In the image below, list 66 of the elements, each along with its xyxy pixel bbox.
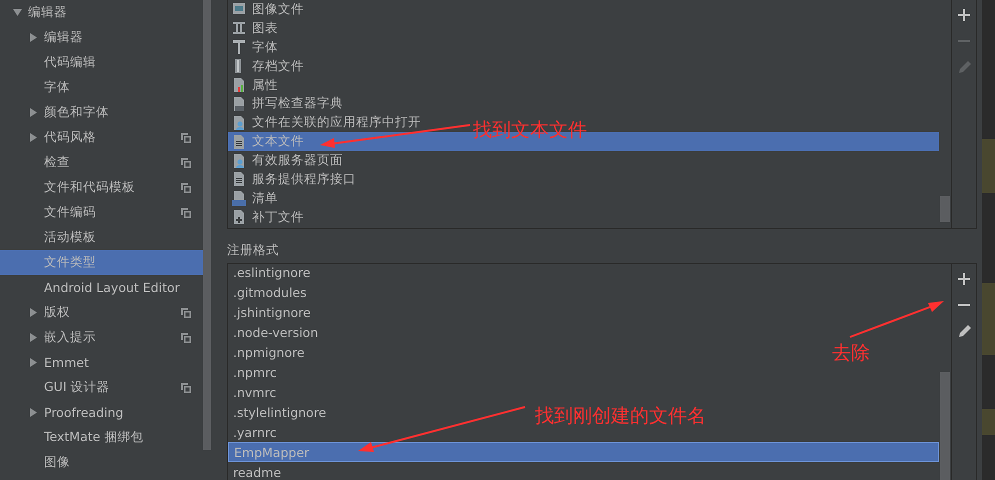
add-icon [958,9,970,21]
scrollbar-thumb[interactable] [940,372,950,480]
font-icon [232,39,246,56]
annotation-text: 找到刚创建的文件名 [535,404,706,429]
file-person-icon [232,114,246,131]
settings-tree-item[interactable]: 嵌入提示 [0,325,203,350]
pattern-item[interactable]: .node-version [228,322,322,342]
file-type-item[interactable]: 图表 [228,18,282,38]
file-type-item[interactable]: 拼写检查器字典 [228,94,347,114]
settings-tree-item[interactable]: 文件和代码模板 [0,175,203,200]
manifest-file-icon [232,190,246,206]
file-type-item[interactable]: 字体 [228,38,282,57]
file-type-item[interactable]: 属性 [228,76,282,94]
pattern-item[interactable]: .gitmodules [228,282,311,302]
settings-tree-item[interactable]: 编辑器 [0,25,203,50]
caret-right-icon[interactable] [29,333,38,342]
pattern-item[interactable]: .npmignore [228,342,309,362]
patch-file-icon [232,209,246,226]
add-icon [958,273,970,285]
dictionary-file-icon [232,96,246,112]
section-title: 注册格式 [227,242,279,259]
caret-right-icon[interactable] [29,108,38,117]
annotation-text: 去除 [832,341,870,366]
file-type-item[interactable]: 文件在关联的应用程序中打开 [228,113,425,132]
pattern-item[interactable]: .yarnrc [228,422,281,442]
file-type-item[interactable]: 有效服务器页面 [228,151,347,170]
settings-tree-item[interactable]: 版权 [0,300,203,325]
settings-tree-item[interactable]: 文件编码 [0,200,203,225]
settings-tree-item[interactable]: 代码编辑 [0,50,203,75]
settings-tree-item[interactable]: TextMate 捆绑包 [0,425,203,450]
pattern-item[interactable]: readme [228,462,286,480]
settings-tree-item[interactable]: 字体 [0,75,203,100]
pattern-item[interactable]: .eslintignore [228,264,314,282]
file-type-item[interactable]: 补丁文件 [228,208,308,227]
settings-tree-item[interactable]: 颜色和字体 [0,100,203,125]
settings-tree-item[interactable]: 编辑器 [0,0,203,25]
scrollbar-thumb[interactable] [940,196,950,222]
settings-tree-item[interactable]: Emmet [0,350,203,375]
file-person-icon [232,152,246,169]
pattern-item[interactable]: .stylelintignore [228,402,330,422]
caret-right-icon[interactable] [29,133,38,142]
caret-right-icon[interactable] [29,358,38,367]
text-file-icon [232,134,246,150]
pencil-icon [958,324,970,338]
settings-tree-item[interactable]: 代码风格 [0,125,203,150]
settings-tree-item[interactable]: Android Layout Editor [0,275,203,300]
settings-tree-item[interactable]: GUI 设计器 [0,375,203,400]
pencil-icon [958,60,970,74]
pattern-item[interactable]: .npmrc [228,362,281,382]
file-type-item[interactable]: 清单 [228,188,282,208]
pattern-item[interactable]: .jshintignore [228,302,315,322]
settings-tree-item[interactable]: 检查 [0,150,203,175]
properties-file-icon [232,77,246,93]
pattern-item[interactable]: .nvmrc [228,382,280,402]
diagram-icon [232,20,246,36]
file-type-item[interactable]: 图像文件 [228,0,308,19]
caret-down-icon[interactable] [13,8,22,17]
text-file-icon [232,171,246,188]
caret-right-icon[interactable] [29,33,38,42]
caret-right-icon[interactable] [29,408,38,417]
settings-tree-item[interactable]: Proofreading [0,400,203,425]
caret-right-icon[interactable] [29,308,38,317]
file-type-item[interactable]: 服务提供程序接口 [228,170,360,189]
settings-tree-item[interactable]: 图像 [0,450,203,475]
file-type-item[interactable]: 存档文件 [228,56,308,76]
settings-tree-item[interactable]: 活动模板 [0,225,203,250]
